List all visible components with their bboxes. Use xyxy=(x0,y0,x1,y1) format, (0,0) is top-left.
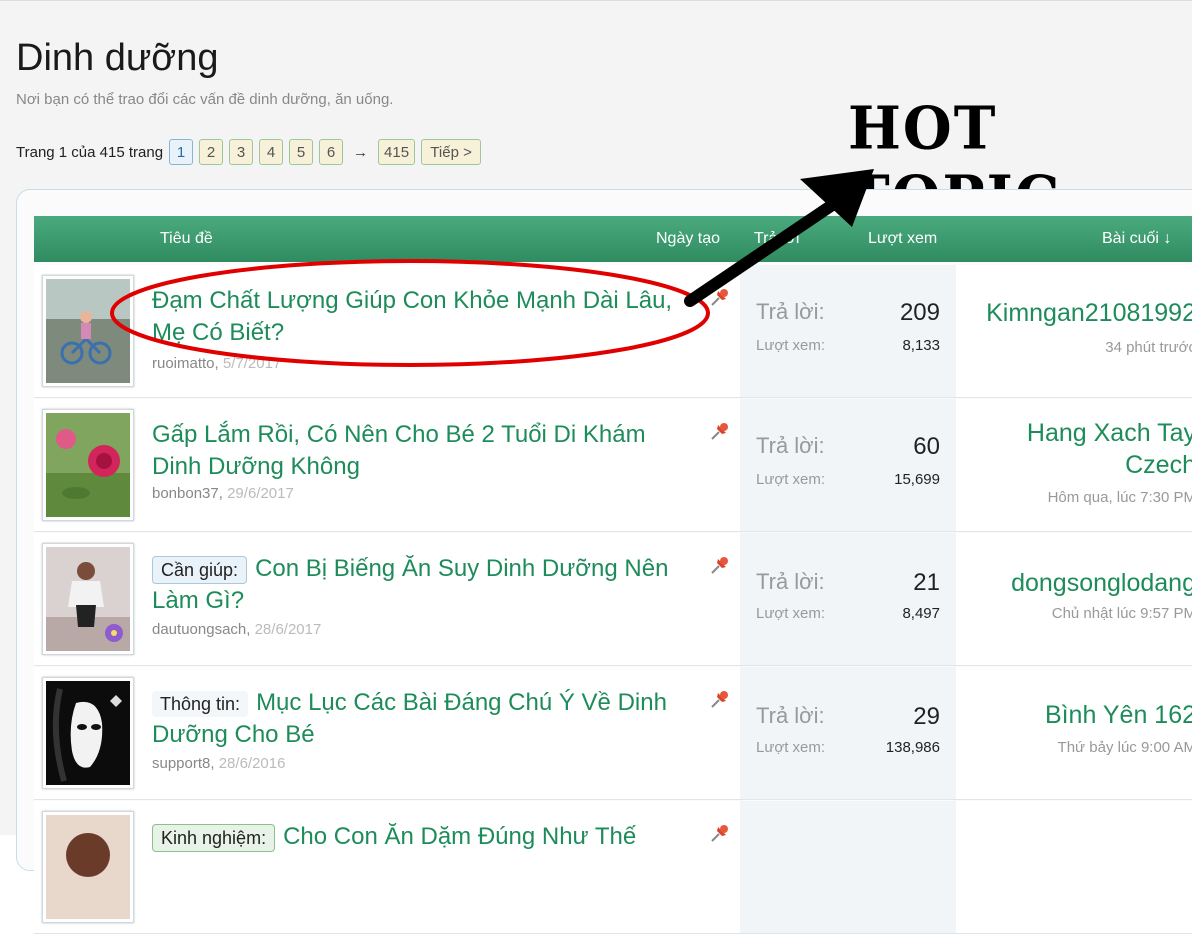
forum-page: Dinh dưỡng Nơi bạn có thể trao đổi các v… xyxy=(0,0,1192,934)
highlight-ellipse xyxy=(110,259,710,367)
annotation-overlay xyxy=(110,169,874,367)
pointer-arrow-shaft xyxy=(684,187,856,307)
